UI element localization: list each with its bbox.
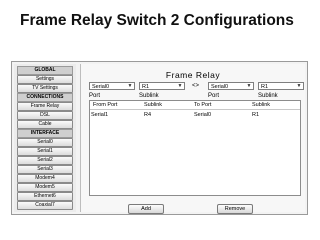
sidebar-header-connections: CONNECTIONS <box>17 93 73 102</box>
sidebar-header-interface: INTERFACE <box>17 129 73 138</box>
column-header-sublink: Sublink <box>252 102 271 108</box>
sidebar-item-tv-settings[interactable]: TV Settings <box>17 84 73 93</box>
sidebar-item-serial0[interactable]: Serial0 <box>17 138 73 147</box>
left-port-select[interactable]: Serial0 ▼ <box>89 82 135 90</box>
right-port-label: Port <box>208 93 220 99</box>
left-sublink-label: Sublink <box>139 93 159 99</box>
right-port-value: Serial0 <box>211 84 229 90</box>
left-sublink-value: R1 <box>142 84 150 90</box>
sidebar-item-cable[interactable]: Cable <box>17 120 73 129</box>
chevron-down-icon: ▼ <box>127 83 133 89</box>
table-cell-to-port[interactable]: Serial0 <box>194 112 211 118</box>
slide-title: Frame Relay Switch 2 Configurations <box>20 12 294 29</box>
remove-button[interactable]: Remove <box>217 204 253 214</box>
chevron-down-icon: ▼ <box>177 83 183 89</box>
sidebar-header-global: GLOBAL <box>17 66 73 75</box>
connections-table: From Port Sublink To Port Sublink Serial… <box>89 100 301 196</box>
right-sublink-label: Sublink <box>258 93 278 99</box>
left-sublink-select[interactable]: R1 ▼ <box>139 82 185 90</box>
table-cell-from-sublink[interactable]: R4 <box>144 112 151 118</box>
link-arrows-label: <> <box>192 83 200 89</box>
right-port-select[interactable]: Serial0 ▼ <box>208 82 254 90</box>
sidebar-item-ethernet6[interactable]: Ethernet6 <box>17 192 73 201</box>
table-cell-to-sublink[interactable]: R1 <box>252 112 259 118</box>
column-header-sublink: Sublink <box>144 102 163 108</box>
right-sublink-value: R1 <box>261 84 269 90</box>
sidebar-item-settings[interactable]: Settings <box>17 75 73 84</box>
left-port-label: Port <box>89 93 101 99</box>
sidebar-item-modem5[interactable]: Modem5 <box>17 183 73 192</box>
sidebar-item-modem4[interactable]: Modem4 <box>17 174 73 183</box>
column-header-from-port: From Port <box>93 102 118 108</box>
table-header-divider <box>90 109 300 110</box>
sidebar-item-frame-relay[interactable]: Frame Relay <box>17 102 73 111</box>
chevron-down-icon: ▼ <box>246 83 252 89</box>
add-button[interactable]: Add <box>128 204 164 214</box>
table-cell-from-port[interactable]: Serial1 <box>91 112 108 118</box>
sidebar-item-serial3[interactable]: Serial3 <box>17 165 73 174</box>
frame-relay-panel: Frame Relay Serial0 ▼ R1 ▼ <> Serial0 ▼ … <box>80 64 305 214</box>
config-window: GLOBAL Settings TV Settings CONNECTIONS … <box>11 61 308 215</box>
sidebar-item-serial2[interactable]: Serial2 <box>17 156 73 165</box>
column-header-to-port: To Port <box>194 102 212 108</box>
sidebar-item-coaxial7[interactable]: Coaxial7 <box>17 201 73 210</box>
right-sublink-select[interactable]: R1 ▼ <box>258 82 304 90</box>
sidebar-item-dsl[interactable]: DSL <box>17 111 73 120</box>
sidebar: GLOBAL Settings TV Settings CONNECTIONS … <box>14 64 76 212</box>
chevron-down-icon: ▼ <box>296 83 302 89</box>
sidebar-item-serial1[interactable]: Serial1 <box>17 147 73 156</box>
left-port-value: Serial0 <box>92 84 110 90</box>
panel-title: Frame Relay <box>165 70 221 80</box>
